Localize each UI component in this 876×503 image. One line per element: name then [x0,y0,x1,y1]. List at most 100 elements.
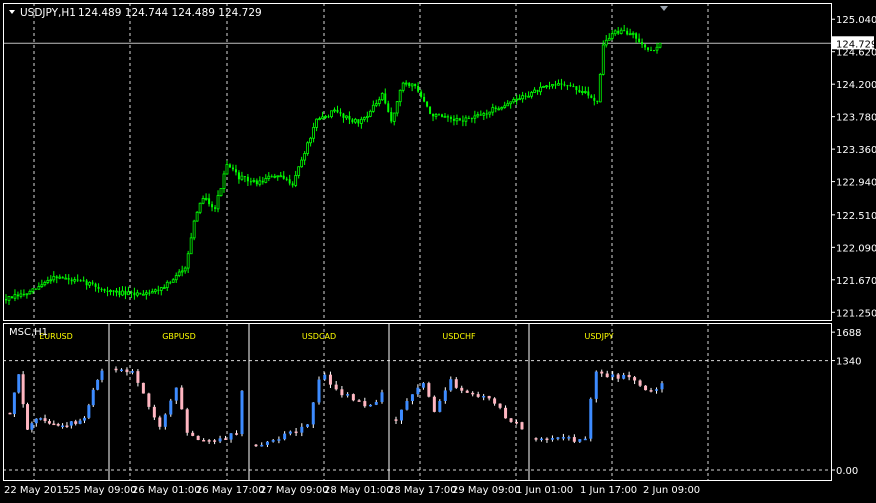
price-candle-body-bull [371,104,375,112]
price-candle-body-bull [404,82,408,85]
indicator-candle-body-bull [561,437,565,439]
price-candle-body-bull [297,166,301,176]
indicator-candle-body-bull [482,395,486,398]
price-candle-body-bull [258,180,262,185]
price-candle-body-bull [109,290,112,292]
price-candle-body-bull [368,110,372,117]
price-candle-body-bear [169,282,172,284]
price-candle-body-bull [580,91,584,93]
indicator-candle-body-bear [504,407,508,419]
indicator-candle-body-bull [410,394,414,402]
price-candle-body-bear [79,280,82,282]
price-candle-body-bull [619,29,623,34]
indicator-candle-body-bull [30,423,34,430]
indicator-candle-body-bull [416,387,420,395]
price-candle-body-bear [650,49,653,51]
price-candle-body-bull [365,115,369,118]
indicator-candle-body-bear [334,384,338,390]
price-candle-body-bull [240,175,244,180]
price-candle-body-bear [578,90,581,93]
price-candle-body-bear [100,288,103,290]
price-candle-body-bull [88,282,92,286]
current-price-label: 124.729 [836,39,876,50]
indicator-candle-body-bull [300,426,304,433]
indicator-candle-body-bull [655,389,659,391]
indicator-candle-body-bear [152,406,156,418]
chart-canvas[interactable]: EURUSD GBPUSD USDCAD USDCHF USDJPY 22 May 20… [0,0,876,499]
indicator-candle-body-bear [509,418,513,422]
trading-terminal-chart-window[interactable]: EURUSD GBPUSD USDCAD USDCHF USDJPY 22 May 20… [0,0,876,499]
indicator-candle-body-bull [399,409,403,421]
price-candle-body-bear [231,167,234,170]
time-axis-label: 1 Jun 17:00 [580,485,637,496]
indicator-candle-body-bull [594,371,598,399]
indicator-candle-body-bear [520,422,524,430]
price-candle-body-bear [249,181,252,183]
price-candle-body-bear [647,47,650,50]
indicator-candle-body-bull [405,401,409,410]
price-candle-body-bull [655,46,659,51]
price-candle-body-bull [127,291,130,296]
price-candle-body-bull [52,276,56,281]
price-candle-body-bull [518,98,522,101]
indicator-candle-body-bear [224,438,228,440]
price-candle-body-bear [479,114,482,116]
indicator-candle-body-bear [52,423,56,426]
price-candle-body-bull [443,115,447,118]
price-candle-body-bull [601,44,605,75]
price-candle-body-bull [509,101,513,105]
indicator-candle-body-bull [583,438,587,441]
indicator-candle-body-bear [74,421,78,424]
price-candle-body-bear [423,96,426,102]
price-candle-body-bull [192,220,196,239]
price-candle-body-bull [25,293,29,296]
price-candle-body-bear [653,50,656,52]
price-candle-body-bear [85,280,88,286]
main-chart-frame [3,3,832,321]
indicator-candle-body-bull [229,433,233,440]
price-candle-body-bull [527,95,531,98]
main-candles-layer [5,24,662,305]
price-candle-body-bull [476,114,480,117]
price-candle-body-bull [488,111,492,115]
price-axis-label: 121.670 [836,276,876,287]
price-candle-body-bull [374,103,378,106]
price-candle-body-bull [473,115,477,119]
indicator-candle-body-bear [351,394,355,401]
chart-frames [3,3,832,481]
price-candle-body-bull [530,92,533,97]
indicator-candle-body-bear [147,393,151,407]
price-candle-body-bear [67,278,70,280]
time-axis-label: 25 May 09:00 [68,485,137,496]
price-candle-body-bull [545,85,548,88]
price-candle-body-bear [133,292,136,296]
indicator-candle-body-bull [277,439,281,441]
indicator-candle-body-bull [311,402,315,425]
indicator-candle-body-bear [363,401,367,407]
indicator-candle-body-bull [421,383,425,388]
indicator-candle-body-bear [43,418,47,422]
price-candle-body-bear [348,115,351,120]
price-candle-body-bear [626,30,629,35]
indicator-candle-body-bull [567,437,571,439]
indicator-candle-body-bull [218,438,222,442]
price-candle-body-bear [91,282,94,284]
chart-menu-triangle-icon[interactable] [9,10,15,14]
price-candle-body-bear [641,42,644,45]
price-candle-body-bear [288,179,291,184]
indicator-candle-body-bull [550,438,554,440]
price-candle-body-bear [208,198,211,205]
shift-marker-triangle-icon[interactable] [660,6,668,11]
indicator-candle-body-bear [47,421,51,424]
price-candle-body-bull [144,292,148,295]
indicator-candle-body-bull [578,439,582,442]
price-candle-body-bull [174,275,178,281]
price-candle-body-bull [321,116,324,120]
price-axis-label: 122.510 [836,211,876,222]
price-candle-body-bear [590,95,593,98]
price-candle-body-bull [497,108,501,111]
indicator-candle-body-bear [21,374,25,405]
price-candle-body-bull [201,198,205,204]
chart-symbol-title: USDJPY,H1 [20,7,76,19]
price-candle-body-bear [575,86,578,91]
